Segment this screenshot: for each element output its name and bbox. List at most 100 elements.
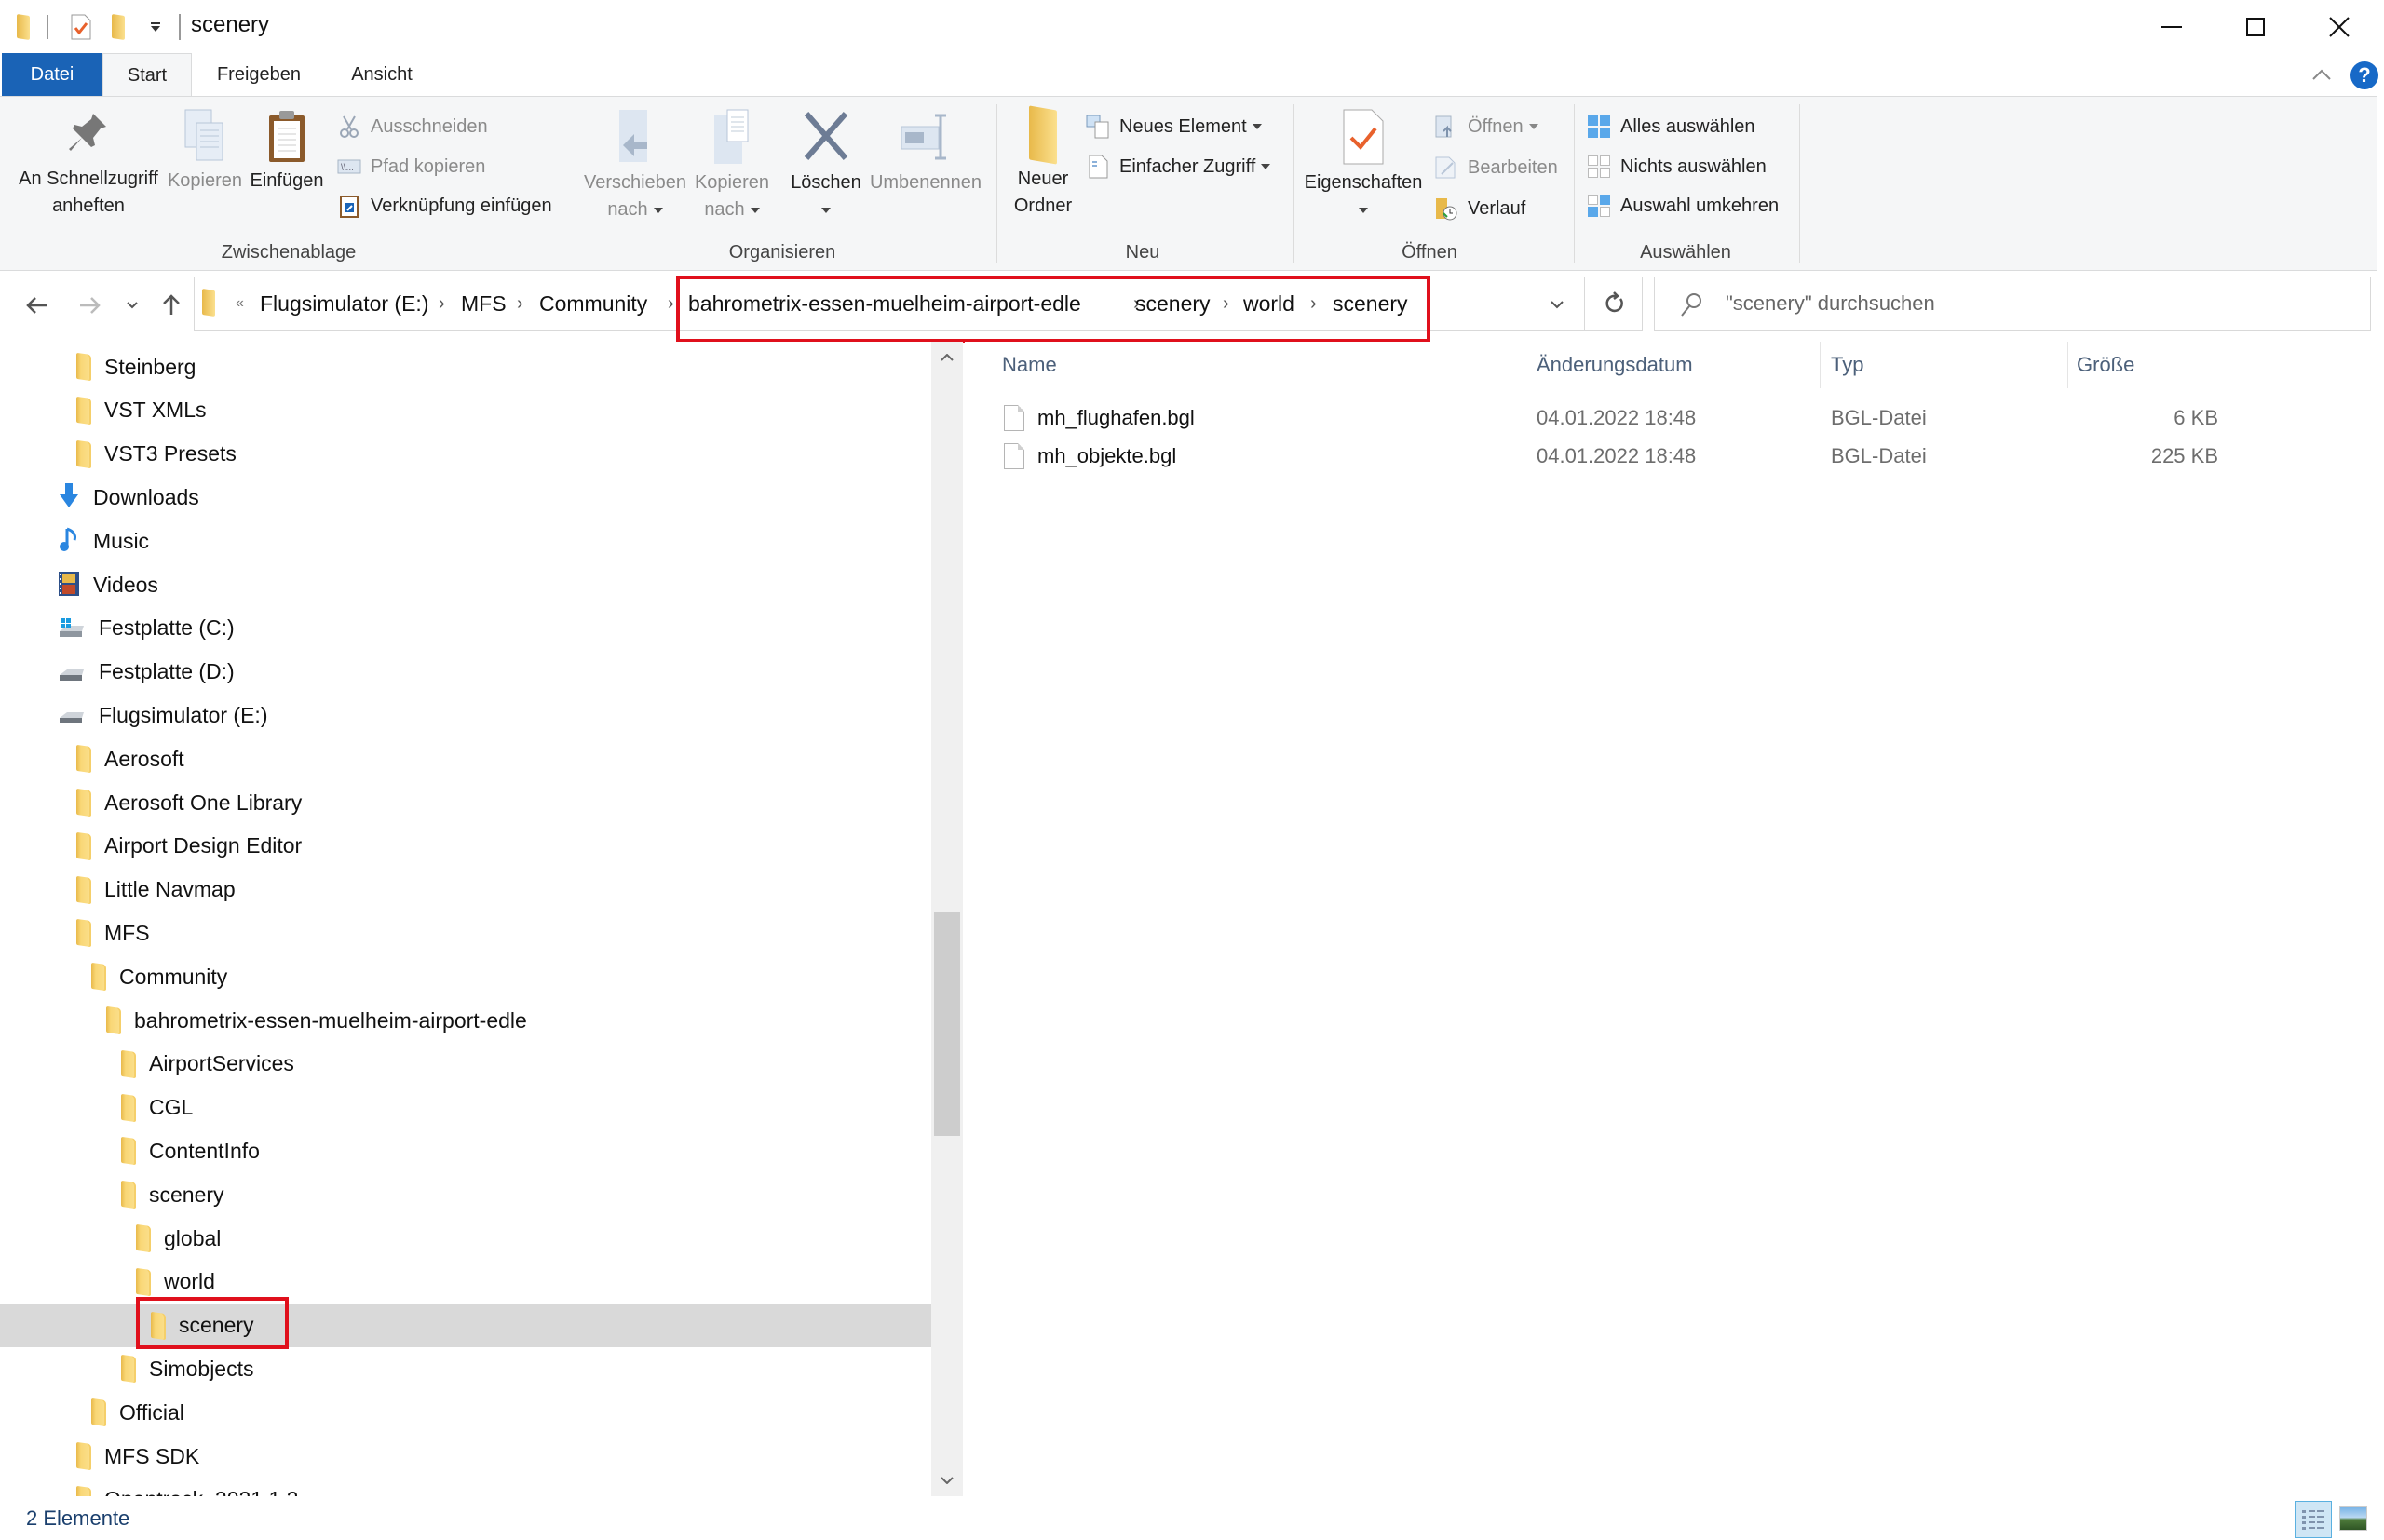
tree-item[interactable]: scenery <box>0 1304 931 1347</box>
copy-path-button[interactable]: \\... Pfad kopieren <box>337 150 485 183</box>
tree-item-label: Downloads <box>93 484 199 509</box>
chevron-right-icon[interactable]: › <box>517 277 523 330</box>
file-name-cell: mh_flughafen.bgl <box>1004 399 1195 437</box>
file-row[interactable]: mh_flughafen.bgl 04.01.2022 18:48 BGL-Date… <box>965 399 2231 437</box>
tree-item[interactable]: Community <box>0 955 931 998</box>
breadcrumb-item-current[interactable]: scenery <box>1333 277 1408 330</box>
large-icons-view-button[interactable] <box>2339 1506 2367 1531</box>
tree-item[interactable]: CGL <box>0 1087 931 1129</box>
tree-scrollbar[interactable] <box>931 342 963 1496</box>
tree-item[interactable]: bahrometrix-essen-muelheim-airport-edle <box>0 999 931 1042</box>
column-header-name[interactable]: Name <box>1002 342 1057 388</box>
breadcrumb-item[interactable]: bahrometrix-essen-muelheim-airport-edle <box>688 277 1081 330</box>
chevron-right-icon[interactable]: › <box>1223 277 1229 330</box>
open-button[interactable]: Öffnen <box>1434 110 1538 143</box>
tree-item[interactable]: Videos <box>0 563 931 606</box>
help-button[interactable]: ? <box>2350 61 2378 89</box>
tree-item[interactable]: Festplatte (D:) <box>0 651 931 694</box>
paste-button[interactable]: Einfügen <box>246 108 328 195</box>
cut-button[interactable]: Ausschneiden <box>337 110 488 143</box>
column-divider[interactable] <box>1820 342 1821 388</box>
tree-item[interactable]: Little Navmap <box>0 869 931 912</box>
breadcrumb-item[interactable]: scenery <box>1135 277 1211 330</box>
new-folder-button[interactable]: Neuer Ordner <box>1004 105 1082 220</box>
address-history-dropdown[interactable] <box>1543 292 1571 317</box>
search-box[interactable] <box>1654 277 2371 331</box>
breadcrumb-item[interactable]: world <box>1243 277 1294 330</box>
select-none-button[interactable]: Nichts auswählen <box>1587 150 1767 183</box>
file-name-cell: mh_objekte.bgl <box>1004 438 1176 475</box>
tab-ansicht[interactable]: Ansicht <box>335 53 428 96</box>
move-to-button[interactable]: Verschieben nach <box>581 108 689 223</box>
tree-item[interactable]: Flugsimulator (E:) <box>0 694 931 736</box>
edit-button[interactable]: Bearbeiten <box>1434 151 1558 184</box>
file-row[interactable]: mh_objekte.bgl 04.01.2022 18:48 BGL-Datei 2… <box>965 438 2231 475</box>
search-input[interactable] <box>1726 287 2359 320</box>
tree-item[interactable]: ContentInfo <box>0 1129 931 1172</box>
column-header-size[interactable]: Größe <box>2077 342 2134 388</box>
history-button[interactable]: Verlauf <box>1434 192 1525 225</box>
scrollbar-thumb[interactable] <box>934 912 960 1137</box>
tree-item[interactable]: AirportServices <box>0 1043 931 1086</box>
scroll-up-arrow[interactable] <box>931 342 963 373</box>
pin-to-quick-access-button[interactable]: An Schnellzugriff anheften <box>9 108 168 220</box>
close-button[interactable] <box>2296 0 2382 53</box>
rename-button[interactable]: Umbenennen <box>868 108 983 196</box>
new-item-button[interactable]: Neues Element <box>1086 110 1262 143</box>
paste-shortcut-button[interactable]: Verknüpfung einfügen <box>337 189 552 223</box>
maximize-button[interactable] <box>2213 0 2298 53</box>
tree-item[interactable]: Aerosoft One Library <box>0 781 931 824</box>
select-all-button[interactable]: Alles auswählen <box>1587 110 1755 143</box>
tree-item[interactable]: MFS <box>0 912 931 954</box>
invert-selection-button[interactable]: Auswahl umkehren <box>1587 189 1779 223</box>
properties-button[interactable]: Eigenschaften <box>1298 108 1429 223</box>
refresh-button[interactable] <box>1585 277 1643 331</box>
tree-item[interactable]: Aerosoft <box>0 737 931 780</box>
column-header-modified[interactable]: Änderungsdatum <box>1537 342 1693 388</box>
easy-access-button[interactable]: Einfacher Zugriff <box>1086 150 1271 183</box>
chevron-right-icon[interactable]: › <box>439 277 445 330</box>
tree-item[interactable]: MFS SDK <box>0 1435 931 1478</box>
minimize-button[interactable] <box>2129 0 2215 53</box>
tree-item[interactable]: Steinberg <box>0 345 931 388</box>
minimize-ribbon-button[interactable] <box>2308 61 2336 88</box>
recent-locations-button[interactable] <box>115 287 149 324</box>
tab-start[interactable]: Start <box>102 53 192 97</box>
properties-quick-access-icon[interactable] <box>71 13 91 41</box>
breadcrumb-item[interactable]: MFS <box>461 277 507 330</box>
tree-item[interactable]: global <box>0 1217 931 1260</box>
chevron-right-icon[interactable]: › <box>1310 277 1317 330</box>
tree-item[interactable]: Opentrack_2021.1.2 <box>0 1479 931 1496</box>
copy-to-button[interactable]: Kopieren nach <box>689 108 775 223</box>
copy-button[interactable]: Kopieren <box>166 108 244 195</box>
tree-item[interactable]: VST3 Presets <box>0 433 931 476</box>
tree-item[interactable]: Official <box>0 1391 931 1434</box>
column-divider[interactable] <box>2067 342 2068 388</box>
up-button[interactable] <box>153 287 190 324</box>
chevron-right-icon[interactable]: › <box>668 277 674 330</box>
tab-freigeben[interactable]: Freigeben <box>203 53 315 96</box>
tree-item[interactable]: world <box>0 1261 931 1304</box>
breadcrumb-overflow[interactable]: « <box>236 277 244 330</box>
breadcrumb-item[interactable]: Flugsimulator (E:) <box>260 277 428 330</box>
tree-item[interactable]: Festplatte (C:) <box>0 607 931 650</box>
back-button[interactable] <box>19 287 56 324</box>
customize-quick-access-dropdown[interactable] <box>149 13 162 41</box>
paste-shortcut-icon <box>337 194 361 218</box>
tree-item[interactable]: Airport Design Editor <box>0 825 931 868</box>
dropdown-caret <box>1528 124 1538 129</box>
column-header-type[interactable]: Typ <box>1831 342 1863 388</box>
tab-datei[interactable]: Datei <box>2 53 102 96</box>
delete-button[interactable]: Löschen <box>784 108 868 223</box>
new-folder-quick-access-icon[interactable] <box>112 13 125 41</box>
forward-button[interactable] <box>71 287 108 324</box>
tree-item[interactable]: Simobjects <box>0 1347 931 1390</box>
tree-item[interactable]: VST XMLs <box>0 389 931 432</box>
scroll-down-arrow[interactable] <box>931 1465 963 1496</box>
address-bar[interactable]: « Flugsimulator (E:) › MFS › Community ›… <box>194 277 1585 331</box>
tree-item[interactable]: scenery <box>0 1173 931 1216</box>
details-view-button[interactable] <box>2295 1501 2332 1538</box>
tree-item[interactable]: Downloads <box>0 476 931 519</box>
tree-item[interactable]: Music <box>0 520 931 562</box>
breadcrumb-item[interactable]: Community <box>539 277 647 330</box>
